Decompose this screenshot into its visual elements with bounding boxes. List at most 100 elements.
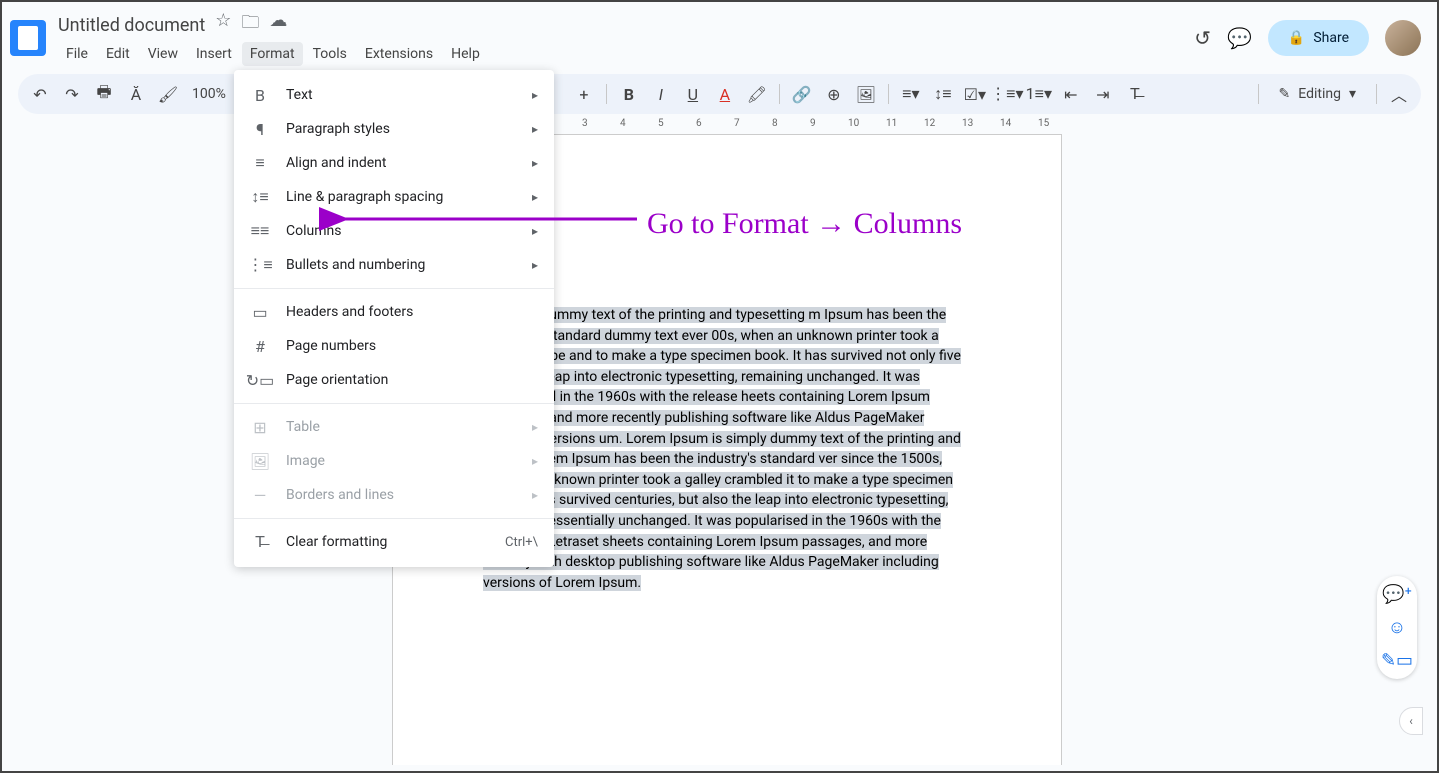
document-title[interactable]: Untitled document [58,15,205,36]
italic-button[interactable]: I [647,80,675,108]
insert-image-button[interactable]: 🖼 [852,80,880,108]
page-orientation-icon: ↻▭ [250,370,270,390]
clear-formatting-button[interactable]: T̶ [1121,80,1149,108]
paragraph-styles-icon: ¶ [250,119,270,139]
insert-comment-button[interactable]: ⊕ [820,80,848,108]
cloud-status-icon[interactable]: ☁ [269,10,287,40]
menubar-format[interactable]: Format [242,42,303,66]
decrease-indent-button[interactable]: ⇤ [1057,80,1085,108]
checklist-button[interactable]: ☑▾ [961,80,989,108]
menu-item-shortcut: Ctrl+\ [505,535,538,550]
toolbar: ↶ ↷ 🖶 Ă 🖌 100% + B I U A 🖍 🔗 ⊕ 🖼 ≡▾ ↕≡ ☑… [18,74,1421,114]
submenu-arrow-icon: ▸ [532,420,538,434]
align-and-indent-icon: ≡ [250,153,270,173]
add-comment-button[interactable]: 💬⁺ [1382,584,1412,605]
header-right: ↺ 💬 🔒 Share [1194,20,1421,56]
paint-format-button[interactable]: 🖌 [154,80,182,108]
print-button[interactable]: 🖶 [90,80,118,108]
floating-actions: 💬⁺ ☺ ✎▭ [1377,576,1417,679]
format-menu-text[interactable]: BText▸ [234,78,554,112]
lock-icon: 🔒 [1288,30,1305,46]
bulleted-list-button[interactable]: ⋮≡▾ [993,80,1021,108]
menubar-insert[interactable]: Insert [188,42,240,66]
menubar-help[interactable]: Help [443,42,488,66]
bold-button[interactable]: B [615,80,643,108]
menu-item-label: Clear formatting [286,534,505,550]
editing-label: Editing [1298,86,1341,102]
share-label: Share [1313,30,1349,46]
image-icon: 🖼 [250,451,270,471]
undo-button[interactable]: ↶ [26,80,54,108]
header: Untitled document ☆ 🗀 ☁ FileEditViewInse… [2,2,1437,66]
bullets-and-numbering-icon: ⋮≡ [250,255,270,275]
format-menu-page-numbers[interactable]: #Page numbers [234,329,554,363]
share-button[interactable]: 🔒 Share [1268,20,1369,56]
redo-button[interactable]: ↷ [58,80,86,108]
highlight-button[interactable]: 🖍 [743,80,771,108]
format-menu-dropdown: BText▸¶Paragraph styles▸≡Align and inden… [234,70,554,567]
menu-item-label: Columns [286,223,532,239]
ruler-vertical[interactable] [12,134,32,765]
menu-item-label: Text [286,87,532,103]
format-menu-page-orientation[interactable]: ↻▭ Page orientation [234,363,554,397]
underline-button[interactable]: U [679,80,707,108]
zoom-selector[interactable]: 100% [186,86,232,102]
menu-item-label: Align and indent [286,155,532,171]
editing-mode-button[interactable]: ✎ Editing ▾ [1267,82,1368,106]
submenu-arrow-icon: ▸ [532,258,538,272]
star-icon[interactable]: ☆ [215,10,231,40]
menu-item-label: Borders and lines [286,487,532,503]
format-menu-bullets-and-numbering[interactable]: ⋮≡ Bullets and numbering▸ [234,248,554,282]
increase-font-button[interactable]: + [570,80,598,108]
add-emoji-button[interactable]: ☺ [1388,617,1406,638]
increase-indent-button[interactable]: ⇥ [1089,80,1117,108]
submenu-arrow-icon: ▸ [532,122,538,136]
menu-item-label: Headers and footers [286,304,538,320]
menubar-file[interactable]: File [58,42,96,66]
collapse-toolbar-button[interactable]: ︿ [1385,80,1413,108]
menubar-edit[interactable]: Edit [98,42,138,66]
document-area: is simply dummy text of the printing and… [12,134,1427,765]
app-root: Untitled document ☆ 🗀 ☁ FileEditViewInse… [0,0,1439,773]
menubar: FileEditViewInsertFormatToolsExtensionsH… [58,42,1194,66]
docs-logo-icon[interactable] [10,20,46,56]
format-menu-align-and-indent[interactable]: ≡Align and indent▸ [234,146,554,180]
table-icon: ⊞ [250,417,270,437]
submenu-arrow-icon: ▸ [532,190,538,204]
menubar-view[interactable]: View [140,42,186,66]
text-color-button[interactable]: A [711,80,739,108]
spellcheck-button[interactable]: Ă [122,80,150,108]
avatar[interactable] [1385,20,1421,56]
borders-and-lines-icon: — [250,485,270,505]
title-area: Untitled document ☆ 🗀 ☁ FileEditViewInse… [58,10,1194,66]
history-icon[interactable]: ↺ [1194,26,1211,50]
format-menu-columns[interactable]: ≡≡Columns▸ [234,214,554,248]
page-numbers-icon: # [250,336,270,356]
numbered-list-button[interactable]: 1≡▾ [1025,80,1053,108]
line-spacing-button[interactable]: ↕≡ [929,80,957,108]
clear-formatting-icon: T̶ [250,532,270,552]
side-panel-toggle[interactable]: ‹ [1399,707,1423,735]
move-icon[interactable]: 🗀 [241,10,259,40]
format-menu-borders-and-lines: —Borders and lines▸ [234,478,554,512]
columns-icon: ≡≡ [250,221,270,241]
format-menu-image: 🖼Image▸ [234,444,554,478]
format-menu-paragraph-styles[interactable]: ¶Paragraph styles▸ [234,112,554,146]
format-menu-line-paragraph-spacing[interactable]: ↕≡Line & paragraph spacing▸ [234,180,554,214]
menu-item-label: Bullets and numbering [286,257,532,273]
insert-link-button[interactable]: 🔗 [788,80,816,108]
align-button[interactable]: ≡▾ [897,80,925,108]
suggest-edits-button[interactable]: ✎▭ [1381,650,1413,671]
format-menu-headers-and-footers[interactable]: ▭ Headers and footers [234,295,554,329]
comments-icon[interactable]: 💬 [1227,26,1252,50]
text-icon: B [250,85,270,105]
pencil-icon: ✎ [1279,86,1291,102]
document-text-selected[interactable]: is simply dummy text of the printing and… [483,305,963,593]
submenu-arrow-icon: ▸ [532,454,538,468]
headers-and-footers-icon: ▭ [250,302,270,322]
menubar-extensions[interactable]: Extensions [357,42,441,66]
menubar-tools[interactable]: Tools [305,42,355,66]
format-menu-clear-formatting[interactable]: T̶ Clear formattingCtrl+\ [234,525,554,559]
format-menu-table: ⊞Table▸ [234,410,554,444]
menu-item-label: Page orientation [286,372,538,388]
